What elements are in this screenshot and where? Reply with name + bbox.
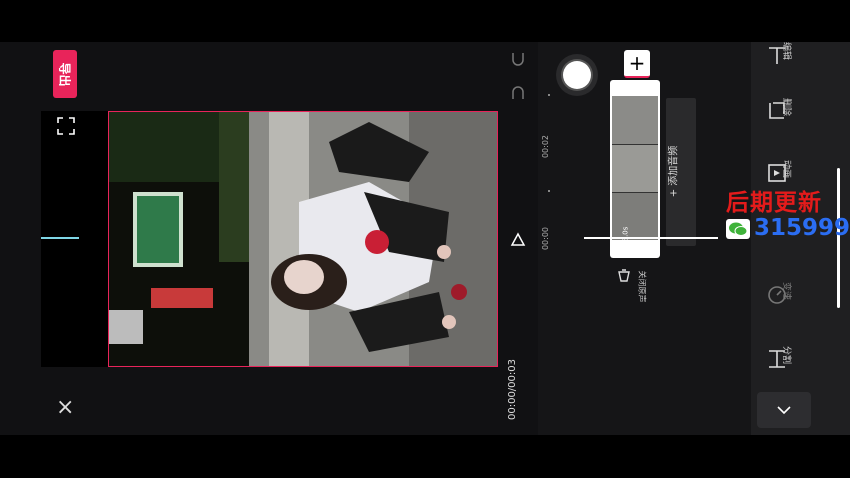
tool-delete[interactable]: 删除 bbox=[760, 94, 800, 134]
promo-watermark: 后期更新 bbox=[726, 190, 822, 216]
clip-thumbnails bbox=[612, 96, 658, 240]
video-frame-content bbox=[108, 111, 498, 367]
time-readout: 00:00/00:03 bbox=[507, 358, 519, 421]
promo-number: 315999 bbox=[754, 215, 850, 241]
tick-dot bbox=[548, 94, 550, 96]
timeline-mark: 00:00 bbox=[541, 226, 551, 251]
tool-edit[interactable]: 编辑 bbox=[760, 42, 800, 78]
fullscreen-icon[interactable] bbox=[57, 117, 75, 135]
close-button[interactable]: × bbox=[56, 397, 76, 420]
collapse-button[interactable] bbox=[757, 392, 811, 428]
add-clip-button[interactable]: + bbox=[624, 50, 650, 78]
guide-line-left bbox=[41, 237, 79, 239]
export-button[interactable]: 导出 bbox=[53, 50, 77, 98]
preview-panel: 导出 00:00/00:03 × bbox=[0, 42, 538, 435]
playhead[interactable] bbox=[584, 237, 718, 239]
wechat-icon bbox=[726, 219, 750, 239]
timeline-panel: 00:02 00:00 + 3.0s + 添加音频 关闭原声 bbox=[538, 42, 751, 435]
add-audio-button[interactable]: + 添加音频 bbox=[666, 98, 696, 246]
undo-icon[interactable] bbox=[510, 50, 526, 66]
timeline-mark: 00:02 bbox=[541, 134, 551, 159]
redo-icon[interactable] bbox=[510, 86, 526, 102]
time-readout-box: 00:00/00:03 bbox=[507, 352, 526, 432]
tick-dot bbox=[548, 190, 550, 192]
video-clip[interactable]: 3.0s bbox=[610, 80, 660, 258]
mute-label: 关闭原声 bbox=[637, 270, 647, 303]
play-icon[interactable] bbox=[510, 232, 526, 248]
video-editor: 导出 00:00/00:03 × 00:02 00:00 + 3.0s + 添加… bbox=[0, 42, 850, 435]
mute-icon[interactable] bbox=[616, 267, 632, 283]
clip-duration: 3.0s bbox=[621, 226, 630, 242]
record-button[interactable] bbox=[556, 54, 598, 96]
chevron-down-icon bbox=[777, 406, 791, 415]
add-audio-label: + 添加音频 bbox=[668, 145, 680, 198]
export-label: 导出 bbox=[57, 61, 72, 87]
tool-speed[interactable]: 变速 bbox=[760, 278, 800, 318]
tool-split[interactable]: 分割 bbox=[760, 342, 800, 382]
mute-label-box: 关闭原声 bbox=[637, 267, 650, 307]
video-scene-image bbox=[109, 112, 497, 366]
